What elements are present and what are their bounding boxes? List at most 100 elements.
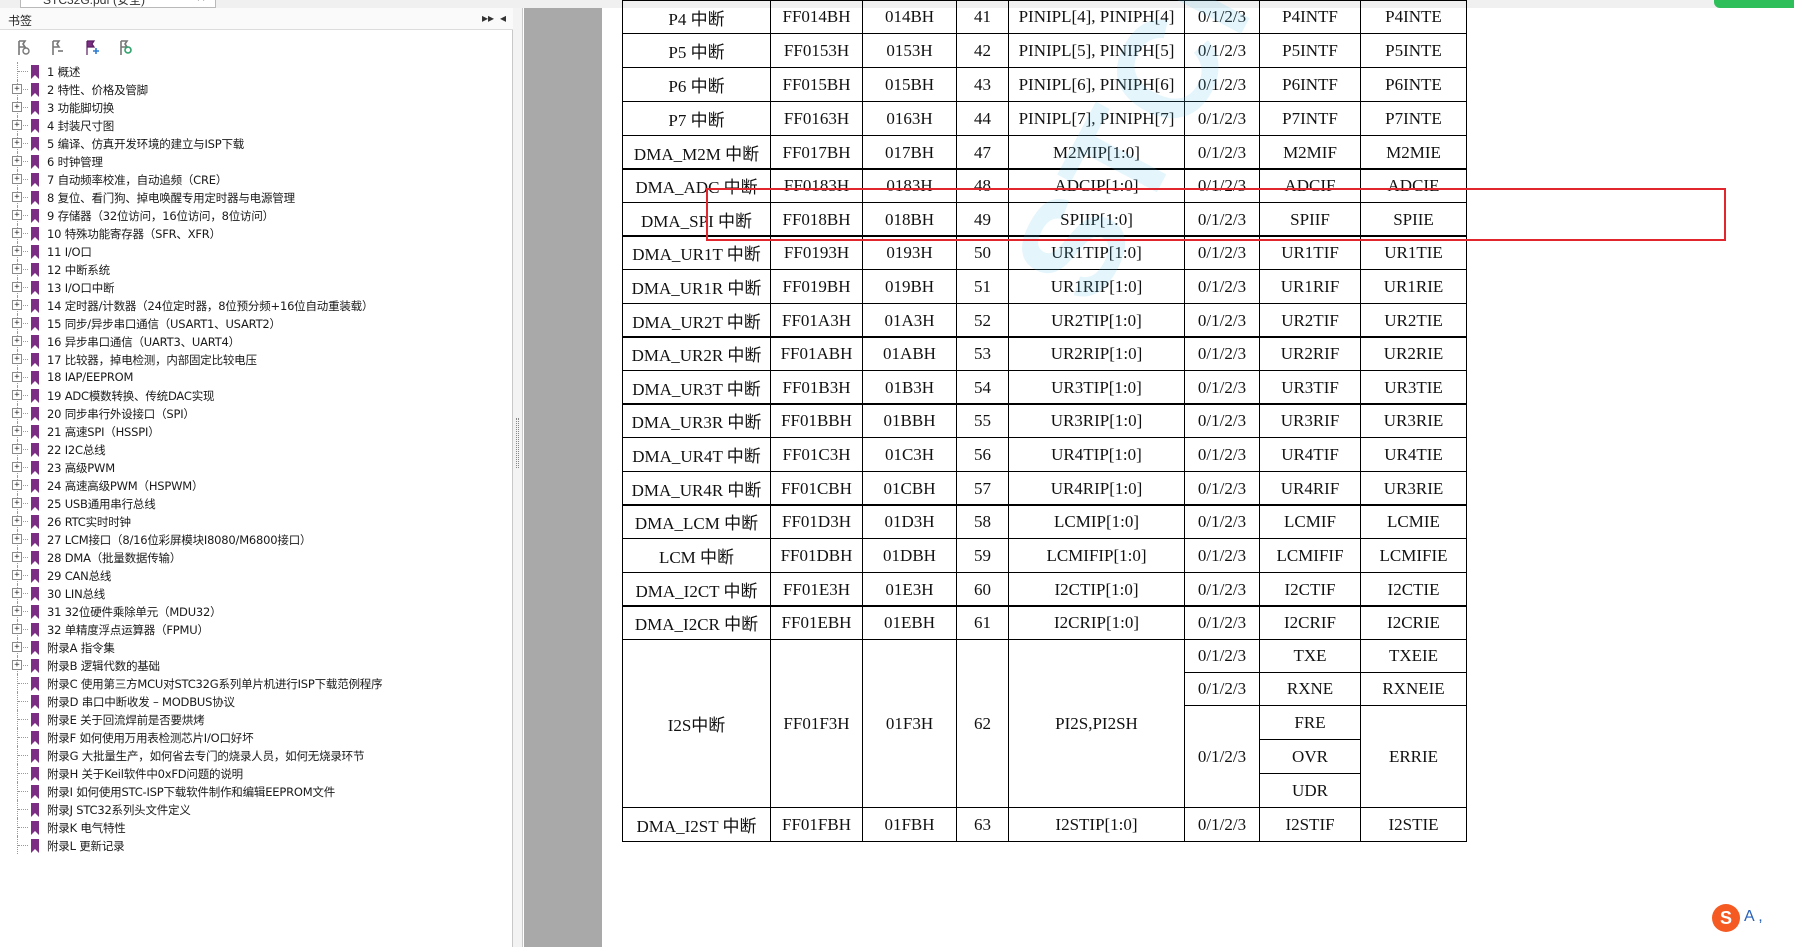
bookmark-item[interactable]: +25 USB通用串行总线 (0, 494, 513, 512)
panel-options-icon[interactable]: ▸▸ (482, 11, 494, 25)
bookmarks-panel: 书签 ▸▸ ◂ 1 概述 +2 特性、价格及管脚 +3 功能脚切换 +4 封装尺寸图 +… (0, 8, 513, 947)
bookmark-item[interactable]: +17 比较器，掉电检测，内部固定比较电压 (0, 350, 513, 368)
document-tab[interactable]: STC32G.pdf (安全) × (20, 0, 216, 8)
bookmark-item[interactable]: +3 功能脚切换 (0, 98, 513, 116)
bookmark-item[interactable]: +4 封装尺寸图 (0, 116, 513, 134)
bookmark-item[interactable]: + 附录A 指令集 (0, 638, 513, 656)
bookmark-item[interactable]: 附录C 使用第三方MCU对STC32G系列单片机进行ISP下载范例程序 (0, 674, 513, 692)
expand-icon[interactable]: + (12, 120, 22, 130)
expand-icon[interactable]: + (12, 516, 22, 526)
ime-mode[interactable]: A , (1744, 908, 1763, 926)
bookmark-item[interactable]: +13 I/O口中断 (0, 278, 513, 296)
panel-splitter[interactable] (513, 8, 523, 947)
expand-icon[interactable]: + (12, 444, 22, 454)
splitter-grip[interactable] (516, 418, 519, 468)
bookmark-item[interactable]: 附录D 串口中断收发 – MODBUS协议 (0, 692, 513, 710)
bookmark-item[interactable]: +9 存储器（32位访问，16位访问，8位访问） (0, 206, 513, 224)
bookmark-item[interactable]: +7 自动频率校准，自动追频（CRE） (0, 170, 513, 188)
expand-icon[interactable]: + (12, 300, 22, 310)
expand-icon[interactable]: + (12, 408, 22, 418)
bookmark-item[interactable]: +5 编译、仿真开发环境的建立与ISP下载 (0, 134, 513, 152)
bookmark-item[interactable]: +2 特性、价格及管脚 (0, 80, 513, 98)
bookmark-item[interactable]: +32 单精度浮点运算器（FPMU） (0, 620, 513, 638)
expand-icon[interactable]: + (12, 534, 22, 544)
expand-icon[interactable]: + (12, 390, 22, 400)
expand-icon[interactable]: + (12, 552, 22, 562)
bookmark-item[interactable]: +27 LCM接口（8/16位彩屏模块I8080/M6800接口） (0, 530, 513, 548)
bookmark-item[interactable]: 附录G 大批量生产，如何省去专门的烧录人员，如何无烧录环节 (0, 746, 513, 764)
bookmark-item[interactable]: +16 异步串口通信（UART3、UART4） (0, 332, 513, 350)
expand-icon[interactable]: + (12, 282, 22, 292)
expand-icon[interactable]: + (12, 192, 22, 202)
bookmark-item[interactable]: +19 ADC模数转换、传统DAC实现 (0, 386, 513, 404)
bookmark-item[interactable]: 附录K 电气特性 (0, 818, 513, 836)
bookmark-item[interactable]: +15 同步/异步串口通信（USART1、USART2） (0, 314, 513, 332)
document-viewport[interactable]: P4 中断 FF014BH 014BH 41 PINIPL[4], PINIPH[4] 0… (524, 0, 1794, 947)
expand-icon[interactable]: + (12, 498, 22, 508)
expand-icon[interactable]: + (12, 246, 22, 256)
expand-icon[interactable]: + (12, 84, 22, 94)
ime-indicator[interactable]: S A , (1712, 904, 1792, 932)
expand-icon[interactable]: + (12, 642, 22, 652)
bookmark-item[interactable]: +26 RTC实时时钟 (0, 512, 513, 530)
add-bookmark-icon[interactable] (82, 39, 100, 57)
bookmark-item[interactable]: +29 CAN总线 (0, 566, 513, 584)
expand-icon[interactable]: + (12, 570, 22, 580)
bookmark-item[interactable]: +12 中断系统 (0, 260, 513, 278)
bookmark-item[interactable]: +14 定时器/计数器（24位定时器，8位预分频+16位自动重装载） (0, 296, 513, 314)
find-bookmark-icon[interactable] (116, 39, 134, 57)
expand-icon[interactable]: + (12, 462, 22, 472)
bookmark-item[interactable]: 附录H 关于Keil软件中0xFD问题的说明 (0, 764, 513, 782)
bookmark-label: 12 中断系统 (47, 263, 110, 277)
vector-address-cell: FF014BH (770, 0, 863, 34)
bookmark-item[interactable]: 附录L 更新记录 (0, 836, 513, 854)
expand-icon[interactable]: + (12, 624, 22, 634)
expand-icon[interactable]: + (12, 354, 22, 364)
bookmark-item[interactable]: 附录F 如何使用万用表检测芯片I/O口好坏 (0, 728, 513, 746)
bookmark-item[interactable]: +22 I2C总线 (0, 440, 513, 458)
expand-icon[interactable]: + (12, 480, 22, 490)
bookmark-item[interactable]: +20 同步串行外设接口（SPI） (0, 404, 513, 422)
expand-icon[interactable]: + (12, 660, 22, 670)
bookmark-item[interactable]: +21 高速SPI（HSSPI） (0, 422, 513, 440)
bookmark-item[interactable]: +28 DMA（批量数据传输） (0, 548, 513, 566)
expand-icon[interactable]: + (12, 228, 22, 238)
expand-icon[interactable]: + (12, 318, 22, 328)
tab-close-icon[interactable]: × (196, 0, 206, 4)
expand-icon[interactable]: + (12, 102, 22, 112)
bookmark-item[interactable]: +24 高速高级PWM（HSPWM） (0, 476, 513, 494)
bookmark-item[interactable]: 附录J STC32系列头文件定义 (0, 800, 513, 818)
bookmark-item[interactable]: 附录I 如何使用STC-ISP下载软件制作和编辑EEPROM文件 (0, 782, 513, 800)
bookmark-item[interactable]: +30 LIN总线 (0, 584, 513, 602)
expand-icon[interactable]: + (12, 606, 22, 616)
bookmark-item[interactable]: +10 特殊功能寄存器（SFR、XFR） (0, 224, 513, 242)
expand-icon[interactable]: + (12, 426, 22, 436)
bookmark-item[interactable]: +18 IAP/EEPROM (0, 368, 513, 386)
bookmark-item[interactable]: +8 复位、看门狗、掉电唤醒专用定时器与电源管理 (0, 188, 513, 206)
bookmark-item[interactable]: +23 高级PWM (0, 458, 513, 476)
expand-icon[interactable]: + (12, 264, 22, 274)
bookmark-item[interactable]: + 附录B 逻辑代数的基础 (0, 656, 513, 674)
expand-all-icon[interactable] (14, 39, 32, 57)
bookmark-label: 附录I 如何使用STC-ISP下载软件制作和编辑EEPROM文件 (47, 785, 336, 799)
offset-cell: 018BH (862, 202, 957, 237)
collapse-all-icon[interactable] (48, 39, 66, 57)
bookmark-item[interactable]: +6 时钟管理 (0, 152, 513, 170)
sogou-icon[interactable]: S (1712, 904, 1740, 932)
offset-cell: 017BH (862, 135, 957, 170)
bookmark-item[interactable]: +11 I/O口 (0, 242, 513, 260)
expand-icon[interactable]: + (12, 372, 22, 382)
expand-icon[interactable]: + (12, 156, 22, 166)
flag-cell: P7INTF (1259, 101, 1361, 136)
collapse-panel-icon[interactable]: ◂ (500, 11, 506, 25)
bookmark-item[interactable]: 1 概述 (0, 62, 513, 80)
expand-icon[interactable]: + (12, 138, 22, 148)
expand-icon[interactable]: + (12, 174, 22, 184)
expand-icon[interactable]: + (12, 588, 22, 598)
bookmark-item[interactable]: 附录E 关于回流焊前是否要烘烤 (0, 710, 513, 728)
expand-icon[interactable]: + (12, 336, 22, 346)
expand-icon[interactable]: + (12, 210, 22, 220)
bookmark-item[interactable]: +31 32位硬件乘除单元（MDU32） (0, 602, 513, 620)
enable-cell: P4INTE (1360, 0, 1467, 34)
enable-cell: M2MIE (1360, 135, 1467, 170)
